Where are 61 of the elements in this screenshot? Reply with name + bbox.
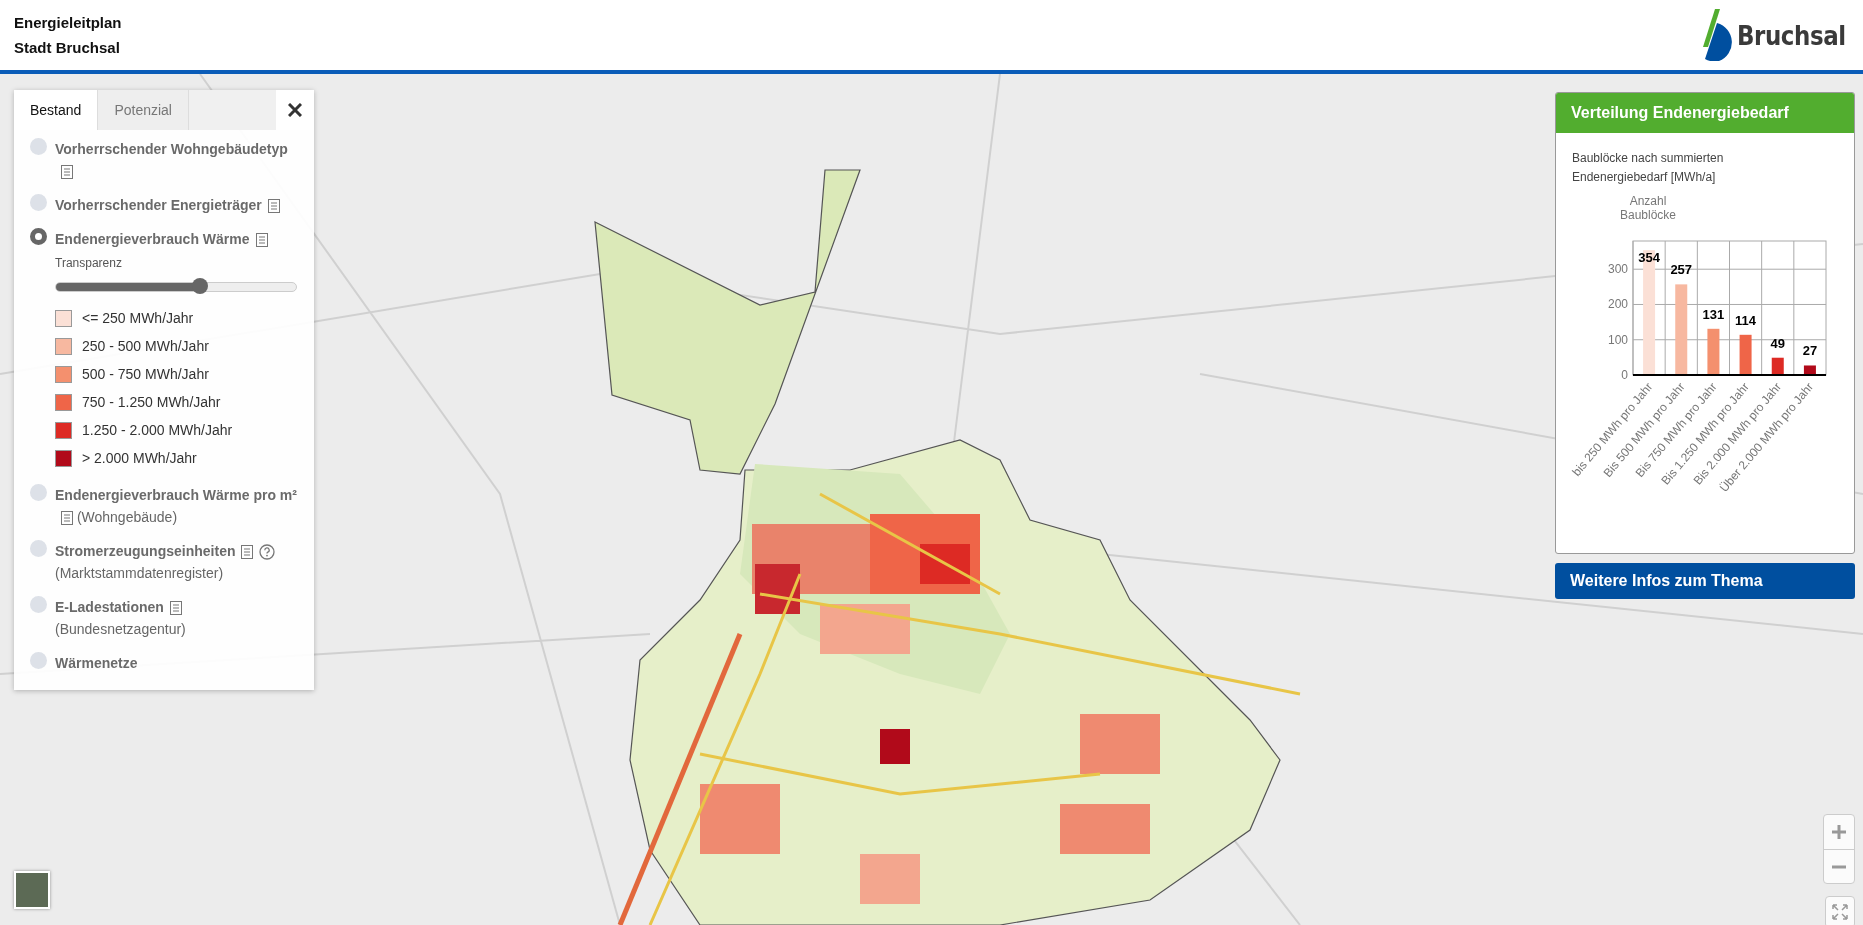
legend-label: 250 - 500 MWh/Jahr — [82, 337, 209, 356]
close-icon[interactable] — [288, 103, 302, 117]
radio-button[interactable] — [30, 138, 47, 155]
data-label: 114 — [1735, 312, 1757, 328]
layer-note: (Marktstammdatenregister) — [55, 564, 224, 583]
slider-thumb[interactable] — [192, 278, 208, 294]
fullscreen-button[interactable] — [1825, 896, 1855, 925]
tab[interactable]: Bestand — [14, 90, 99, 130]
legend-label: 1.250 - 2.000 MWh/Jahr — [82, 421, 233, 440]
document-icon[interactable] — [61, 165, 73, 180]
chart-bar — [1739, 334, 1752, 375]
radio-button[interactable] — [30, 652, 47, 669]
radio-button[interactable] — [30, 540, 47, 557]
legend-label: 750 - 1.250 MWh/Jahr — [82, 393, 221, 412]
layer-label[interactable]: E-Ladestationen — [55, 599, 164, 615]
more-info-button[interactable]: Weitere Infos zum Thema — [1555, 563, 1855, 599]
legend-label: > 2.000 MWh/Jahr — [82, 449, 197, 468]
layer-label[interactable]: Wärmenetze — [55, 655, 138, 671]
legend-label: 500 - 750 MWh/Jahr — [82, 365, 209, 384]
document-icon[interactable] — [267, 199, 280, 214]
radio-button[interactable] — [30, 228, 47, 245]
plus-icon[interactable] — [1831, 824, 1847, 840]
layer-label[interactable]: Endenergieverbrauch Wärme pro m² — [55, 487, 297, 503]
help-icon[interactable] — [259, 544, 276, 561]
expand-icon[interactable] — [1832, 904, 1848, 920]
panel-title: Verteilung Endenergiebedarf — [1556, 93, 1854, 133]
chart-bar — [1707, 328, 1720, 375]
document-icon[interactable] — [61, 511, 73, 526]
chart-bar — [1803, 365, 1816, 375]
axis-tick-label: 0 — [1621, 368, 1628, 382]
app-title: Energieleitplan — [14, 14, 122, 31]
axis-title: Anzahl Baublöcke — [1620, 194, 1676, 222]
axis-tick-label: 100 — [1607, 332, 1628, 347]
radio-button[interactable] — [30, 194, 47, 211]
layer-label[interactable]: Stromerzeugungseinheiten — [55, 543, 236, 559]
axis-tick-label: 300 — [1607, 262, 1628, 277]
chart-bar — [1771, 357, 1784, 375]
slider-label: Transparenz — [55, 255, 123, 272]
axis-tick-label: 200 — [1607, 297, 1628, 312]
layer-note: (Bundesnetzagentur) — [55, 620, 186, 639]
radio-button[interactable] — [30, 484, 47, 501]
layer-label[interactable]: Vorherrschender Energieträger — [55, 197, 262, 213]
legend-label: <= 250 MWh/Jahr — [82, 309, 194, 328]
data-label: 257 — [1670, 262, 1693, 278]
data-label: 49 — [1770, 335, 1785, 351]
layer-label[interactable]: Vorherrschender Wohngebäudetyp — [55, 141, 288, 157]
document-icon[interactable] — [241, 545, 254, 560]
layer-note: (Wohngebäude) — [76, 508, 178, 527]
app-subtitle: Stadt Bruchsal — [14, 39, 121, 56]
document-icon[interactable] — [255, 233, 268, 248]
document-icon[interactable] — [169, 601, 182, 616]
data-label: 131 — [1702, 306, 1725, 322]
chart-description: Baublöcke nach summierten Endenergiebedarf [MWh/a] — [1571, 150, 1725, 186]
layer-label[interactable]: Endenergieverbrauch Wärme — [55, 231, 250, 247]
data-label: 354 — [1638, 250, 1660, 266]
radio-button[interactable] — [30, 596, 47, 613]
minus-icon[interactable] — [1831, 864, 1847, 869]
logo-text: Bruchsal — [1737, 19, 1846, 51]
photo-placeholder[interactable] — [14, 871, 50, 909]
data-label: 27 — [1802, 343, 1818, 359]
close-button[interactable] — [276, 90, 314, 130]
